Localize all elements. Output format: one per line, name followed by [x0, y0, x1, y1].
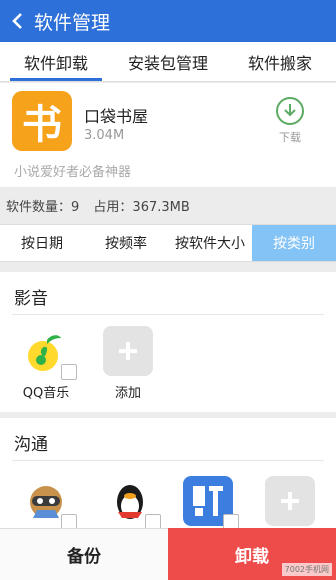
page-title: 软件管理: [34, 11, 111, 34]
sort-bar: 按日期 按频率 按软件大小 按类别: [0, 224, 336, 262]
storage-used: 占用：367.3MB: [93, 200, 190, 215]
book-app-icon: 书: [12, 91, 72, 151]
app-label: QQ音乐: [22, 386, 70, 401]
tab-uninstall[interactable]: 软件卸载: [0, 42, 112, 81]
category-title: 影音: [14, 289, 48, 309]
sort-by-date[interactable]: 按日期: [0, 225, 84, 261]
tieba-app-icon: [183, 476, 239, 530]
download-button[interactable]: 下载: [272, 97, 308, 149]
tab-app-move[interactable]: 软件搬家: [224, 42, 336, 81]
qq-penguin-icon: [105, 476, 161, 530]
tab-package-manager[interactable]: 安装包管理: [112, 42, 224, 81]
top-bar: 软件管理: [0, 0, 336, 42]
sort-by-category[interactable]: 按类别: [252, 225, 336, 261]
app-stats: 软件数量：9 占用：367.3MB: [6, 196, 200, 215]
app-qq[interactable]: [98, 476, 162, 530]
raccoon-app-icon: [21, 476, 77, 530]
promo-card[interactable]: 书 口袋书屋 3.04M 小说爱好者必备神器 下载: [0, 83, 336, 187]
back-button[interactable]: [0, 0, 34, 42]
download-label: 下载: [279, 131, 301, 144]
promo-app-size: 3.04M: [84, 128, 125, 143]
app-raccoon[interactable]: [14, 476, 78, 530]
promo-app-name: 口袋书屋: [84, 107, 149, 126]
divider: [12, 460, 324, 461]
app-tieba[interactable]: [176, 476, 240, 530]
watermark: 7002手机网: [281, 563, 332, 576]
add-app-button[interactable]: 添加: [96, 326, 160, 401]
category-communication: 沟通: [0, 418, 336, 530]
promo-description: 小说爱好者必备神器: [14, 165, 132, 180]
tab-bar: 软件卸载 安装包管理 软件搬家: [0, 42, 336, 82]
app-count: 软件数量：9: [6, 200, 80, 215]
chevron-left-icon: [12, 13, 22, 29]
divider: [12, 314, 324, 315]
sort-by-frequency[interactable]: 按频率: [84, 225, 168, 261]
category-media: 影音 QQ音乐 添加: [0, 272, 336, 412]
category-title: 沟通: [14, 435, 48, 455]
backup-button[interactable]: 备份: [0, 528, 168, 580]
plus-icon: [265, 476, 315, 526]
select-checkbox[interactable]: [61, 364, 77, 380]
sort-by-size[interactable]: 按软件大小: [168, 225, 252, 261]
download-icon: [276, 97, 304, 125]
add-label: 添加: [114, 386, 141, 401]
add-app-button[interactable]: [258, 476, 322, 526]
qq-music-icon: [21, 326, 77, 380]
app-qq-music[interactable]: QQ音乐: [14, 326, 78, 401]
plus-icon: [103, 326, 153, 376]
